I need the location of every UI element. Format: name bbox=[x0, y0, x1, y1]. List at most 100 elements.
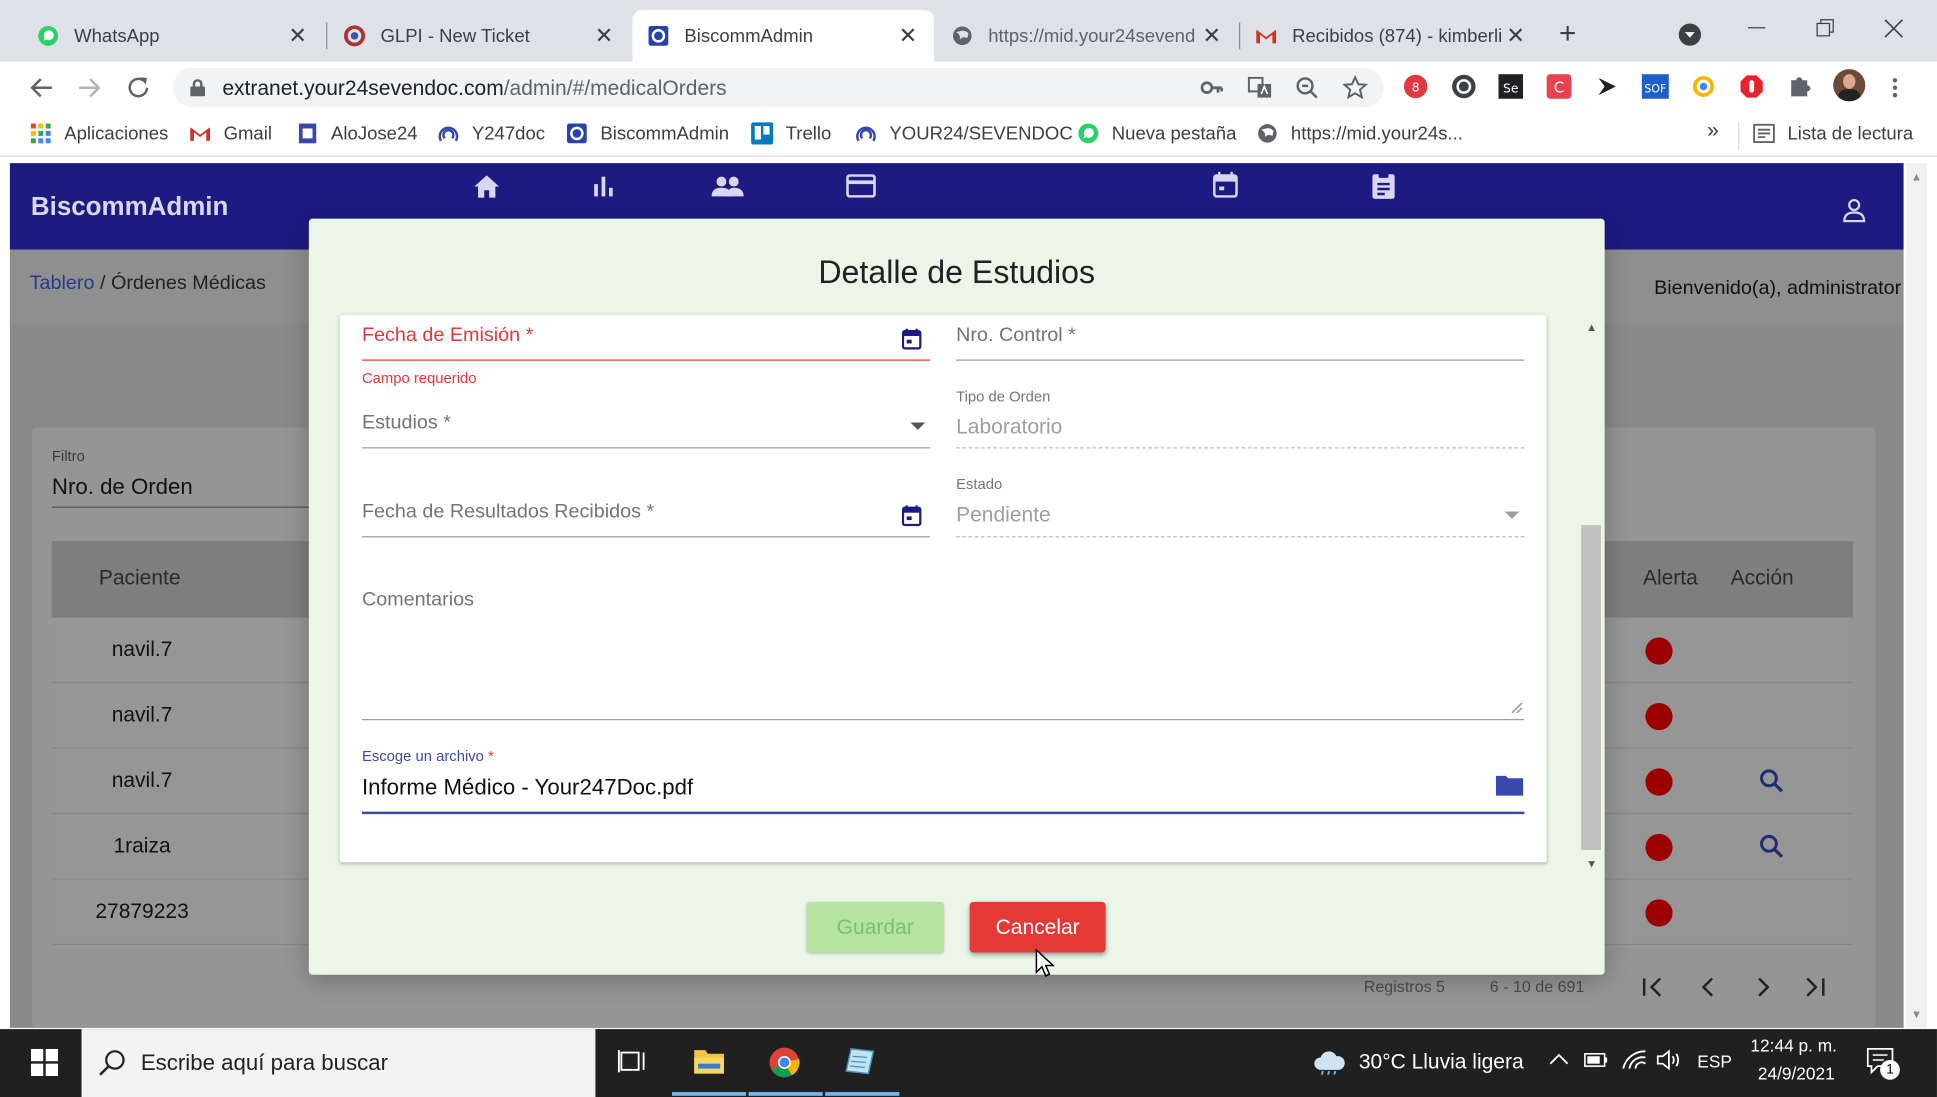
close-icon[interactable]: ✕ bbox=[593, 23, 615, 49]
estudios-select[interactable] bbox=[361, 447, 931, 449]
column-accion[interactable]: Acción bbox=[1731, 566, 1794, 591]
cancel-button[interactable]: Cancelar bbox=[969, 901, 1106, 953]
records-per-page[interactable]: Registros 5 bbox=[1364, 977, 1445, 996]
bookmark-star-icon[interactable] bbox=[1342, 75, 1368, 100]
adblock-icon[interactable] bbox=[1739, 74, 1764, 99]
tab-mid-your24[interactable]: https://mid.your24sevend ✕ bbox=[936, 10, 1237, 62]
calendar-icon[interactable] bbox=[1212, 171, 1239, 199]
nro-control-field[interactable] bbox=[956, 359, 1525, 361]
bookmark-biscommadmin[interactable]: BiscommAdmin bbox=[566, 122, 729, 144]
chevron-down-icon[interactable] bbox=[910, 422, 926, 432]
bookmark-trello[interactable]: Trello bbox=[751, 122, 831, 145]
bar-chart-icon[interactable] bbox=[590, 174, 615, 199]
clock-date[interactable]: 24/9/2021 bbox=[1758, 1064, 1835, 1084]
tab-biscommadmin[interactable]: BiscommAdmin ✕ bbox=[632, 9, 934, 62]
clipboard-icon[interactable] bbox=[1371, 170, 1396, 200]
wifi-icon[interactable] bbox=[1621, 1048, 1648, 1070]
extension-c-icon[interactable]: C bbox=[1546, 74, 1572, 99]
page-scrollbar[interactable]: ▲ ▼ bbox=[1906, 163, 1928, 1028]
new-tab-button[interactable]: + bbox=[1559, 17, 1576, 52]
dialog-scrollbar[interactable]: ▲ ▼ bbox=[1581, 315, 1601, 877]
extension-yellow-icon[interactable] bbox=[1691, 74, 1716, 99]
extension-sof-icon[interactable]: SOF bbox=[1641, 74, 1669, 99]
folder-icon[interactable] bbox=[1495, 773, 1525, 796]
language-indicator[interactable]: ESP bbox=[1697, 1051, 1732, 1071]
profile-avatar[interactable] bbox=[1833, 69, 1866, 102]
close-icon[interactable]: ✕ bbox=[1505, 23, 1527, 49]
fecha-resultados-field[interactable] bbox=[361, 536, 931, 538]
bookmarks-overflow-button[interactable]: » bbox=[1707, 119, 1719, 144]
reload-icon[interactable] bbox=[125, 74, 152, 101]
task-view-icon[interactable] bbox=[617, 1048, 648, 1075]
resize-handle-icon[interactable] bbox=[1511, 702, 1523, 714]
credit-card-icon[interactable] bbox=[846, 174, 876, 198]
save-button[interactable]: Guardar bbox=[806, 901, 944, 953]
chevron-up-icon[interactable] bbox=[1549, 1051, 1569, 1066]
bookmark-gmail[interactable]: Gmail bbox=[189, 122, 272, 144]
taskbar-search-box[interactable]: Escribe aquí para buscar bbox=[81, 1029, 596, 1097]
kebab-menu-icon[interactable] bbox=[1890, 77, 1900, 99]
bookmark-your24-sevendoc[interactable]: YOUR24/SEVENDOC bbox=[855, 122, 1073, 144]
restore-icon[interactable] bbox=[1816, 19, 1836, 39]
last-page-icon[interactable] bbox=[1802, 975, 1827, 1000]
users-icon[interactable] bbox=[711, 175, 744, 197]
archivo-field[interactable] bbox=[361, 811, 1525, 815]
calendar-icon[interactable] bbox=[901, 505, 922, 527]
breadcrumb-root-link[interactable]: Tablero bbox=[30, 273, 95, 294]
bookmark-aplicaciones[interactable]: Aplicaciones bbox=[30, 122, 168, 144]
window-close-icon[interactable] bbox=[1883, 17, 1905, 39]
bookmark-nueva-pestana[interactable]: Nueva pestaña bbox=[1077, 122, 1236, 144]
minimize-icon[interactable] bbox=[1747, 27, 1766, 29]
tab-whatsapp[interactable]: WhatsApp ✕ bbox=[22, 10, 323, 62]
close-icon[interactable]: ✕ bbox=[897, 23, 919, 49]
back-arrow-icon[interactable] bbox=[30, 75, 55, 100]
scroll-down-icon[interactable]: ▼ bbox=[1586, 857, 1597, 869]
close-icon[interactable]: ✕ bbox=[1201, 23, 1223, 49]
key-icon[interactable] bbox=[1200, 78, 1223, 98]
fecha-emision-field[interactable] bbox=[361, 359, 931, 361]
calendar-icon[interactable] bbox=[901, 328, 922, 350]
translate-icon[interactable] bbox=[1247, 76, 1273, 99]
tab-gmail[interactable]: Recibidos (874) - kimberli ✕ bbox=[1240, 10, 1541, 62]
filter-select[interactable]: Nro. de Orden bbox=[52, 474, 193, 500]
app-brand[interactable]: BiscommAdmin bbox=[31, 193, 228, 223]
extension-red-icon[interactable]: 8 bbox=[1403, 74, 1428, 99]
weather-text[interactable]: 30°C Lluvia ligera bbox=[1359, 1050, 1524, 1075]
forward-arrow-icon[interactable] bbox=[77, 75, 102, 100]
tab-glpi[interactable]: GLPI - New Ticket ✕ bbox=[329, 10, 630, 62]
scroll-down-icon[interactable]: ▼ bbox=[1911, 1008, 1922, 1020]
account-icon[interactable] bbox=[1842, 198, 1867, 223]
clock-time[interactable]: 12:44 p. m. bbox=[1750, 1035, 1837, 1055]
volume-icon[interactable] bbox=[1655, 1049, 1682, 1071]
search-icon[interactable] bbox=[1759, 834, 1784, 859]
previous-page-icon[interactable] bbox=[1696, 975, 1721, 1000]
scroll-thumb[interactable] bbox=[1581, 525, 1601, 850]
column-alerta[interactable]: Alerta bbox=[1643, 566, 1698, 591]
weather-cloud-icon[interactable] bbox=[1312, 1048, 1347, 1075]
bookmark-alojose24[interactable]: AloJose24 bbox=[296, 122, 418, 144]
next-page-icon[interactable] bbox=[1750, 975, 1775, 1000]
comentarios-textarea[interactable] bbox=[362, 581, 1524, 719]
extensions-puzzle-icon[interactable] bbox=[1787, 74, 1812, 99]
chrome-icon[interactable] bbox=[768, 1046, 800, 1078]
extension-selenium-icon[interactable]: Se bbox=[1498, 74, 1524, 99]
notepad-app-icon[interactable] bbox=[844, 1046, 876, 1076]
extension-e-icon[interactable] bbox=[1451, 74, 1476, 99]
bookmark-mid-your24[interactable]: https://mid.your24s... bbox=[1256, 122, 1463, 144]
scroll-up-icon[interactable]: ▲ bbox=[1911, 170, 1922, 182]
address-bar[interactable]: extranet.your24sevendoc.com/admin/#/medi… bbox=[172, 67, 1384, 108]
bookmark-y247doc[interactable]: Y247doc bbox=[437, 122, 545, 144]
tab-search-icon[interactable] bbox=[1678, 22, 1703, 47]
file-explorer-icon[interactable] bbox=[693, 1046, 725, 1076]
extension-arrow-icon[interactable] bbox=[1595, 74, 1620, 99]
home-icon[interactable] bbox=[472, 173, 502, 200]
close-icon[interactable]: ✕ bbox=[287, 23, 309, 49]
first-page-icon[interactable] bbox=[1640, 975, 1665, 1000]
search-icon[interactable] bbox=[1759, 768, 1784, 793]
zoom-icon[interactable] bbox=[1296, 77, 1318, 99]
scroll-up-icon[interactable]: ▲ bbox=[1586, 321, 1597, 333]
battery-icon[interactable] bbox=[1584, 1051, 1609, 1068]
reading-list-button[interactable]: Lista de lectura bbox=[1753, 122, 1913, 144]
column-paciente[interactable]: Paciente bbox=[99, 566, 181, 591]
windows-start-icon[interactable] bbox=[30, 1048, 59, 1077]
